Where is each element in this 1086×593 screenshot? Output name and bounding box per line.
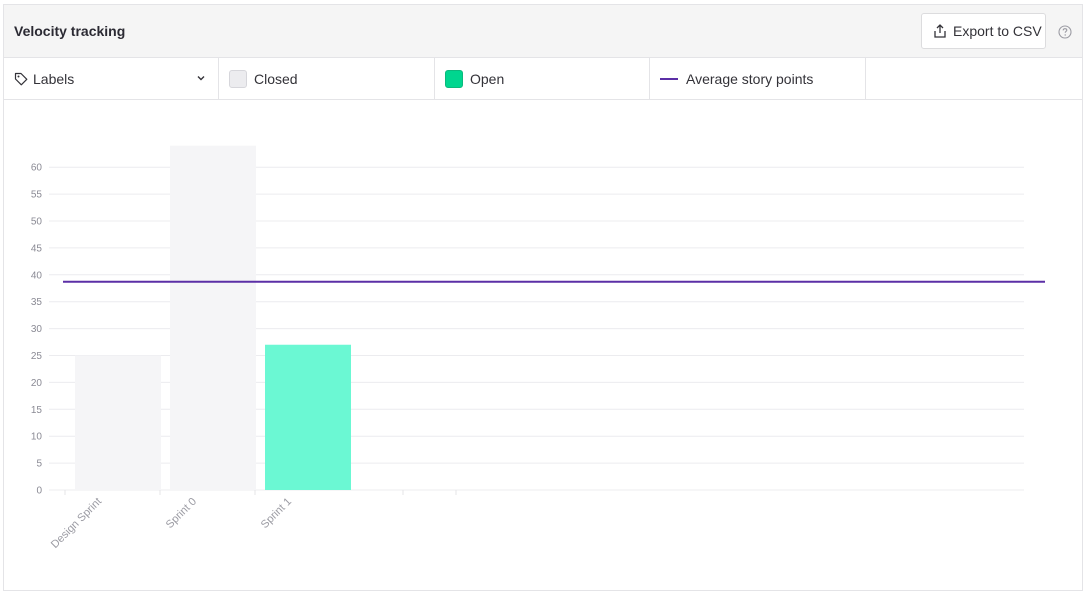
y-tick-label-5: 5: [36, 459, 42, 470]
y-tick-label-0: 0: [36, 486, 42, 497]
x-category-label-1: Sprint 0: [164, 496, 199, 531]
legend-item-closed: Closed: [219, 58, 435, 100]
bar-closed-1: [170, 145, 256, 490]
y-tick-label-40: 40: [31, 270, 43, 281]
x-category-label-2: Sprint 1: [259, 496, 294, 531]
panel-title: Velocity tracking: [14, 23, 126, 39]
velocity-panel: Velocity tracking Export to CSV Labels C…: [3, 4, 1083, 591]
labels-dropdown-label: Labels: [33, 71, 75, 87]
y-tick-label-50: 50: [31, 217, 43, 228]
y-tick-label-55: 55: [31, 190, 43, 201]
average-line-swatch: [660, 78, 678, 80]
y-tick-label-60: 60: [31, 163, 43, 174]
export-icon: [934, 24, 946, 38]
y-tick-label-10: 10: [31, 432, 43, 443]
closed-swatch: [229, 70, 247, 88]
legend-item-open: Open: [435, 58, 650, 100]
labels-dropdown[interactable]: Labels: [4, 58, 219, 100]
bar-open-2: [265, 344, 351, 490]
legend-closed-label: Closed: [254, 71, 298, 87]
legend-average-label: Average story points: [686, 71, 814, 87]
panel-header: Velocity tracking Export to CSV: [4, 5, 1082, 58]
y-tick-label-30: 30: [31, 324, 43, 335]
chevron-down-icon: [197, 76, 205, 81]
legend-bar: Labels Closed Open Average story points: [4, 58, 1082, 100]
y-tick-label-20: 20: [31, 378, 43, 389]
legend-open-label: Open: [470, 71, 505, 87]
legend-item-average: Average story points: [650, 58, 866, 100]
y-tick-label-25: 25: [31, 351, 43, 362]
y-tick-label-45: 45: [31, 243, 43, 254]
bar-closed-0: [75, 355, 161, 490]
x-category-label-0: Design Sprint: [49, 496, 104, 551]
tag-icon: [14, 72, 28, 86]
y-tick-label-15: 15: [31, 405, 43, 416]
export-csv-button[interactable]: Export to CSV: [921, 13, 1046, 49]
y-tick-label-35: 35: [31, 297, 43, 308]
velocity-chart: 0 5 10 15 20 25 30 35 40 45 50 55 60 Design Sprint Spr…: [31, 145, 1045, 551]
export-csv-label: Export to CSV: [953, 23, 1042, 39]
open-swatch: [445, 70, 463, 88]
help-icon[interactable]: [1058, 25, 1072, 39]
